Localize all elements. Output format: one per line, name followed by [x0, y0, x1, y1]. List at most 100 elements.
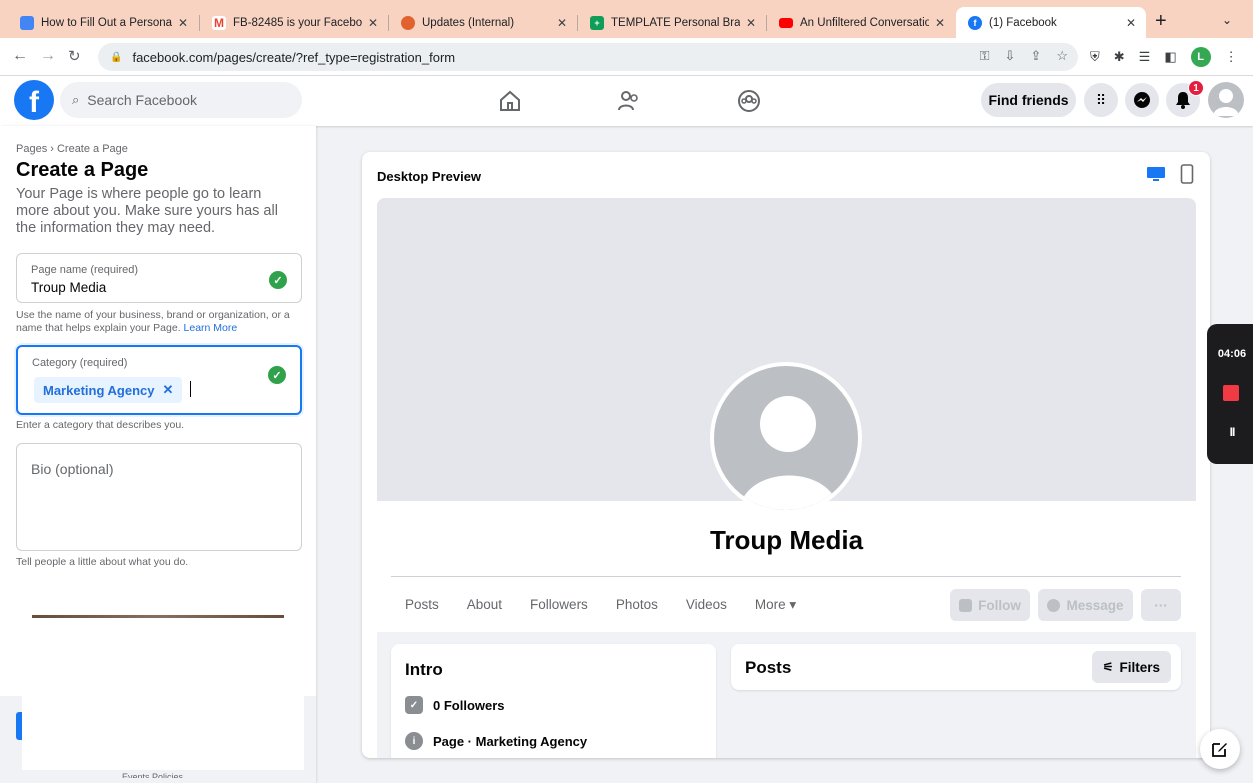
reading-list-icon[interactable]: ☰: [1139, 49, 1151, 65]
tab-more[interactable]: More ▾: [755, 597, 796, 613]
messenger-icon[interactable]: [1125, 83, 1159, 117]
profile-avatar[interactable]: L: [1190, 47, 1211, 67]
tab-about[interactable]: About: [467, 597, 502, 613]
browser-tab-strip: How to Fill Out a Personal ✕ M FB-82485 …: [0, 0, 1253, 38]
shield-icon[interactable]: ⛨: [1090, 49, 1100, 65]
page-description: Your Page is where people go to learn mo…: [16, 186, 278, 236]
close-icon[interactable]: ✕: [368, 16, 378, 30]
screen-recorder-widget: 04:06 II: [1207, 324, 1253, 464]
bio-field[interactable]: Bio (optional): [16, 443, 302, 551]
profile-picture: [710, 362, 862, 514]
category-row: i Page · Marketing Agency: [405, 732, 587, 750]
reload-icon[interactable]: ↻: [68, 47, 81, 65]
forward-icon[interactable]: →: [40, 47, 56, 65]
follow-button[interactable]: Follow: [950, 589, 1030, 621]
mobile-icon[interactable]: [1180, 164, 1194, 184]
remove-chip-icon[interactable]: ✕: [163, 382, 174, 398]
page-name-hint: Use the name of your business, brand or …: [16, 309, 290, 334]
field-value: Troup Media: [31, 280, 107, 295]
more-options-button[interactable]: ···: [1141, 589, 1181, 621]
share-icon[interactable]: ⇪: [1030, 48, 1041, 64]
facebook-header: f ⌕ Search Facebook Find friends ⠿ 1: [0, 76, 1253, 126]
divider: [32, 615, 284, 618]
find-friends-button[interactable]: Find friends: [981, 83, 1076, 117]
side-panel-icon[interactable]: ◧: [1164, 49, 1176, 65]
close-icon[interactable]: ✕: [935, 16, 945, 30]
star-icon[interactable]: ☆: [1056, 48, 1068, 64]
category-hint: Enter a category that describes you.: [16, 419, 185, 431]
home-icon[interactable]: [498, 89, 522, 113]
close-icon[interactable]: ✕: [178, 16, 188, 30]
tab-unfiltered[interactable]: An Unfiltered Conversatio ✕: [767, 7, 955, 38]
new-tab-icon[interactable]: +: [1155, 10, 1167, 33]
footer-links[interactable]: Events Policies: [122, 769, 183, 778]
menu-grid-icon[interactable]: ⠿: [1084, 83, 1118, 117]
stop-recording-button[interactable]: [1223, 385, 1239, 401]
chevron-down-icon[interactable]: ⌄: [1222, 13, 1232, 27]
follow-icon: [959, 598, 973, 612]
new-message-button[interactable]: [1200, 729, 1240, 769]
pause-recording-button[interactable]: II: [1207, 425, 1253, 439]
address-bar[interactable]: 🔒 facebook.com/pages/create/?ref_type=re…: [98, 43, 1078, 71]
youtube-icon: [779, 17, 793, 28]
back-icon[interactable]: ←: [12, 47, 28, 65]
docs-icon: [20, 15, 34, 30]
field-label: Page name (required): [31, 264, 139, 276]
key-icon[interactable]: ⚿: [980, 48, 990, 64]
groups-icon[interactable]: [737, 89, 761, 113]
footer-card: [22, 688, 304, 770]
install-icon[interactable]: ⇩: [1005, 48, 1016, 64]
tab-title: TEMPLATE Personal Brand: [611, 16, 740, 29]
check-icon: ✓: [268, 366, 286, 384]
tab-photos[interactable]: Photos: [616, 597, 658, 613]
close-icon[interactable]: ✕: [557, 16, 567, 30]
tab-posts[interactable]: Posts: [405, 597, 439, 613]
divider: [391, 576, 1181, 577]
page-title: Create a Page: [16, 159, 149, 181]
messenger-icon: [1047, 598, 1061, 612]
facebook-logo-icon[interactable]: f: [14, 80, 54, 120]
check-icon: ✓: [269, 271, 287, 289]
avatar[interactable]: [1208, 82, 1244, 118]
category-field[interactable]: Category (required) Marketing Agency ✕ ✓: [16, 345, 302, 415]
bio-placeholder: Bio (optional): [31, 461, 114, 477]
close-icon[interactable]: ✕: [1126, 16, 1136, 30]
filters-icon: ⚟: [1102, 660, 1114, 674]
preview-title: Desktop Preview: [377, 169, 482, 184]
posts-card: Posts ⚟ Filters: [731, 644, 1181, 690]
search-icon: ⌕: [72, 92, 80, 107]
tab-how-to-fill-out[interactable]: How to Fill Out a Personal ✕: [8, 7, 198, 38]
tab-fb-code[interactable]: M FB-82485 is your Faceboo ✕: [200, 7, 388, 38]
recording-timer: 04:06: [1217, 348, 1247, 360]
notification-badge: 1: [1188, 80, 1204, 96]
tab-template[interactable]: + TEMPLATE Personal Brand ✕: [578, 7, 766, 38]
page-name-field[interactable]: Page name (required) Troup Media ✓: [16, 253, 302, 303]
browser-toolbar: ← → ↻ 🔒 facebook.com/pages/create/?ref_t…: [0, 38, 1253, 76]
close-icon[interactable]: ✕: [746, 16, 756, 30]
category-chip: Marketing Agency ✕: [34, 377, 183, 403]
updates-icon: [401, 15, 415, 30]
message-button[interactable]: Message: [1038, 589, 1133, 621]
filters-button[interactable]: ⚟ Filters: [1091, 651, 1171, 683]
tab-facebook[interactable]: f (1) Facebook ✕: [956, 7, 1146, 38]
kebab-menu-icon[interactable]: ⋮: [1225, 49, 1238, 65]
create-page-button[interactable]: [16, 712, 22, 740]
breadcrumb[interactable]: Pages › Create a Page: [16, 143, 128, 155]
learn-more-link[interactable]: Learn More: [184, 322, 238, 334]
tab-followers[interactable]: Followers: [530, 597, 588, 613]
extensions-icon[interactable]: ✱: [1114, 49, 1125, 65]
friends-icon[interactable]: [617, 89, 641, 113]
lock-icon: 🔒: [110, 51, 123, 63]
page-tabs: Posts About Followers Photos Videos More…: [405, 597, 824, 613]
info-icon: i: [405, 732, 423, 750]
search-input[interactable]: ⌕ Search Facebook: [60, 82, 302, 118]
desktop-icon[interactable]: [1146, 166, 1166, 182]
tab-title: FB-82485 is your Faceboo: [233, 16, 362, 29]
tab-updates[interactable]: Updates (Internal) ✕: [389, 7, 577, 38]
search-placeholder: Search Facebook: [87, 92, 198, 108]
facebook-icon: f: [968, 15, 982, 30]
posts-heading: Posts: [745, 658, 792, 677]
url-text: facebook.com/pages/create/?ref_type=regi…: [132, 49, 456, 65]
field-label: Category (required): [32, 357, 128, 369]
tab-videos[interactable]: Videos: [686, 597, 727, 613]
